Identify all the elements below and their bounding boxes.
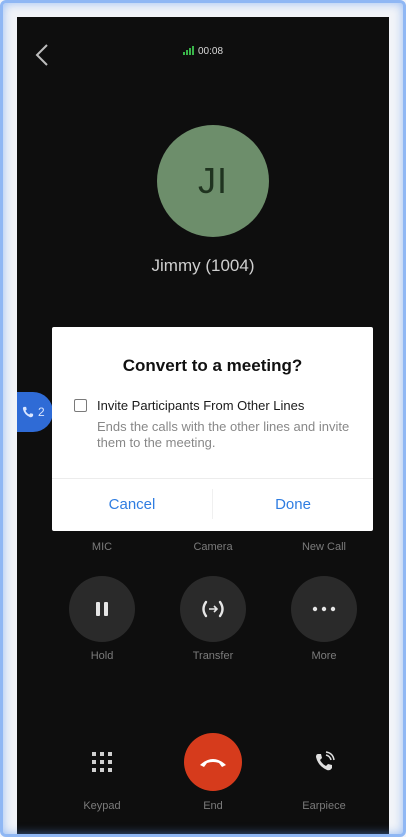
caller-name: Jimmy (1004)	[151, 256, 255, 275]
hold-button[interactable]	[69, 576, 135, 642]
call-status: 00:08	[17, 46, 389, 57]
avatar: JI	[157, 125, 269, 237]
avatar-initials: JI	[197, 160, 228, 201]
keypad-icon	[92, 752, 112, 772]
signal-icon	[182, 46, 194, 55]
more-icon	[312, 606, 336, 612]
end-call-button[interactable]	[184, 733, 242, 791]
invite-checkbox[interactable]	[74, 399, 87, 412]
phone-icon	[22, 406, 34, 418]
convert-meeting-dialog: Convert to a meeting? Invite Participant…	[52, 327, 373, 531]
invite-option-label: Invite Participants From Other Lines	[97, 398, 305, 413]
pause-icon	[96, 602, 108, 616]
transfer-label: Transfer	[192, 650, 234, 662]
call-timer: 00:08	[197, 46, 224, 57]
keypad-label: Keypad	[83, 800, 121, 812]
other-lines-count: 2	[38, 405, 45, 419]
earpiece-icon	[316, 751, 335, 771]
end-label: End	[203, 800, 223, 812]
mic-label: MIC	[91, 541, 113, 553]
dialog-title: Convert to a meeting?	[122, 356, 303, 375]
keypad-button[interactable]	[79, 739, 125, 785]
hangup-icon	[200, 759, 226, 767]
earpiece-label: Earpiece	[302, 800, 346, 812]
earpiece-button[interactable]	[301, 739, 347, 785]
new-call-label: New Call	[301, 541, 346, 553]
hold-label: Hold	[90, 650, 114, 662]
transfer-button[interactable]	[180, 576, 246, 642]
done-button[interactable]: Done	[213, 479, 373, 531]
invite-option-description: Ends the calls with the other lines and …	[97, 419, 350, 450]
more-label: More	[311, 650, 337, 662]
transfer-icon	[202, 600, 224, 618]
more-button[interactable]	[291, 576, 357, 642]
camera-label: Camera	[193, 541, 233, 553]
cancel-button[interactable]: Cancel	[52, 479, 212, 531]
